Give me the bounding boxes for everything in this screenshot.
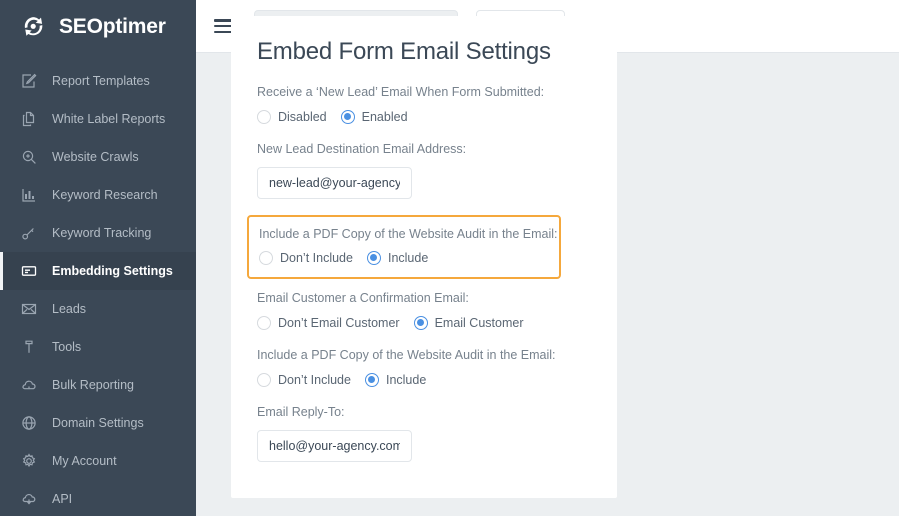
sidebar-item-white-label-reports[interactable]: White Label Reports: [0, 100, 196, 138]
sidebar-item-my-account[interactable]: My Account: [0, 442, 196, 480]
radio-option-dont-include[interactable]: Don’t Include: [257, 373, 351, 387]
radio-label: Don’t Email Customer: [278, 316, 400, 330]
gear-refresh-logo-icon: [20, 12, 50, 42]
sidebar-item-report-templates[interactable]: Report Templates: [0, 62, 196, 100]
sidebar-item-label: Leads: [52, 302, 86, 316]
field-label: Include a PDF Copy of the Website Audit …: [259, 227, 549, 241]
sidebar-item-label: Domain Settings: [52, 416, 144, 430]
radio-group-include-pdf-lead: Don’t Include Include: [259, 251, 549, 265]
radio-circle-selected-icon[interactable]: [414, 316, 428, 330]
radio-circle-icon[interactable]: [257, 110, 271, 124]
field-label: New Lead Destination Email Address:: [257, 142, 591, 156]
cloud-download-icon: [20, 490, 38, 508]
field-label: Receive a ‘New Lead’ Email When Form Sub…: [257, 85, 591, 99]
hammer-icon: [20, 338, 38, 356]
sidebar-item-api[interactable]: API: [0, 480, 196, 516]
field-label: Include a PDF Copy of the Website Audit …: [257, 348, 591, 362]
sidebar-item-leads[interactable]: Leads: [0, 290, 196, 328]
setting-email-reply-to: Email Reply-To:: [257, 405, 591, 478]
sidebar-item-domain-settings[interactable]: Domain Settings: [0, 404, 196, 442]
radio-option-enabled[interactable]: Enabled: [341, 110, 408, 124]
cloud-gauge-icon: [20, 376, 38, 394]
email-reply-to-input[interactable]: [257, 430, 412, 462]
radio-circle-icon[interactable]: [257, 373, 271, 387]
main-area: Quick Audit Embed Form Email Settings Re…: [196, 0, 899, 516]
radio-group-receive-new-lead: Disabled Enabled: [257, 110, 591, 124]
setting-include-pdf-highlighted: Include a PDF Copy of the Website Audit …: [247, 215, 561, 279]
sidebar-item-website-crawls[interactable]: Website Crawls: [0, 138, 196, 176]
radio-label: Enabled: [362, 110, 408, 124]
page-title: Embed Form Email Settings: [257, 38, 591, 66]
sidebar-item-label: Keyword Tracking: [52, 226, 151, 240]
embed-card-icon: [20, 262, 38, 280]
radio-group-email-customer: Don’t Email Customer Email Customer: [257, 316, 591, 330]
globe-icon: [20, 414, 38, 432]
sidebar-item-label: Tools: [52, 340, 81, 354]
sidebar-item-label: API: [52, 492, 72, 506]
radio-label: Include: [386, 373, 426, 387]
sidebar-item-label: Website Crawls: [52, 150, 139, 164]
copy-documents-icon: [20, 110, 38, 128]
sidebar-item-label: Report Templates: [52, 74, 150, 88]
sidebar-item-keyword-tracking[interactable]: Keyword Tracking: [0, 214, 196, 252]
new-lead-email-input[interactable]: [257, 167, 412, 199]
radio-circle-icon[interactable]: [257, 316, 271, 330]
radio-label: Disabled: [278, 110, 327, 124]
sidebar-item-bulk-reporting[interactable]: Bulk Reporting: [0, 366, 196, 404]
radio-label: Don’t Include: [280, 251, 353, 265]
radio-circle-icon[interactable]: [259, 251, 273, 265]
setting-receive-new-lead-email: Receive a ‘New Lead’ Email When Form Sub…: [257, 85, 591, 124]
radio-option-dont-email-customer[interactable]: Don’t Email Customer: [257, 316, 400, 330]
sidebar-item-label: White Label Reports: [52, 112, 165, 126]
radio-option-disabled[interactable]: Disabled: [257, 110, 327, 124]
brand-logo-area[interactable]: SEOptimer: [0, 0, 196, 53]
radio-option-include[interactable]: Include: [365, 373, 426, 387]
app-root: SEOptimer Report Templates: [0, 0, 899, 516]
sidebar-item-label: Keyword Research: [52, 188, 158, 202]
radio-label: Include: [388, 251, 428, 265]
radio-circle-selected-icon[interactable]: [367, 251, 381, 265]
radio-option-dont-include[interactable]: Don’t Include: [259, 251, 353, 265]
sidebar-item-embedding-settings[interactable]: Embedding Settings: [0, 252, 196, 290]
setting-new-lead-destination-email: New Lead Destination Email Address:: [257, 142, 591, 215]
sidebar-nav: Report Templates White Label Reports: [0, 53, 196, 516]
sidebar-item-label: Bulk Reporting: [52, 378, 134, 392]
setting-include-pdf-customer: Include a PDF Copy of the Website Audit …: [257, 348, 591, 387]
bar-chart-icon: [20, 186, 38, 204]
setting-email-customer-confirmation: Email Customer a Confirmation Email: Don…: [257, 291, 591, 330]
radio-circle-selected-icon[interactable]: [341, 110, 355, 124]
radio-label: Email Customer: [435, 316, 524, 330]
radio-label: Don’t Include: [278, 373, 351, 387]
envelope-icon: [20, 300, 38, 318]
sidebar: SEOptimer Report Templates: [0, 0, 196, 516]
radio-circle-selected-icon[interactable]: [365, 373, 379, 387]
pencil-square-icon: [20, 72, 38, 90]
settings-card: Embed Form Email Settings Receive a ‘New…: [231, 16, 617, 498]
radio-option-include[interactable]: Include: [367, 251, 428, 265]
sidebar-item-label: My Account: [52, 454, 117, 468]
magnifier-plus-icon: [20, 148, 38, 166]
field-label: Email Customer a Confirmation Email:: [257, 291, 591, 305]
field-label: Email Reply-To:: [257, 405, 591, 419]
sidebar-item-label: Embedding Settings: [52, 264, 173, 278]
gear-icon: [20, 452, 38, 470]
radio-group-include-pdf-customer: Don’t Include Include: [257, 373, 591, 387]
brand-name: SEOptimer: [59, 15, 166, 39]
sidebar-item-tools[interactable]: Tools: [0, 328, 196, 366]
radio-option-email-customer[interactable]: Email Customer: [414, 316, 524, 330]
sidebar-item-keyword-research[interactable]: Keyword Research: [0, 176, 196, 214]
key-icon: [20, 224, 38, 242]
